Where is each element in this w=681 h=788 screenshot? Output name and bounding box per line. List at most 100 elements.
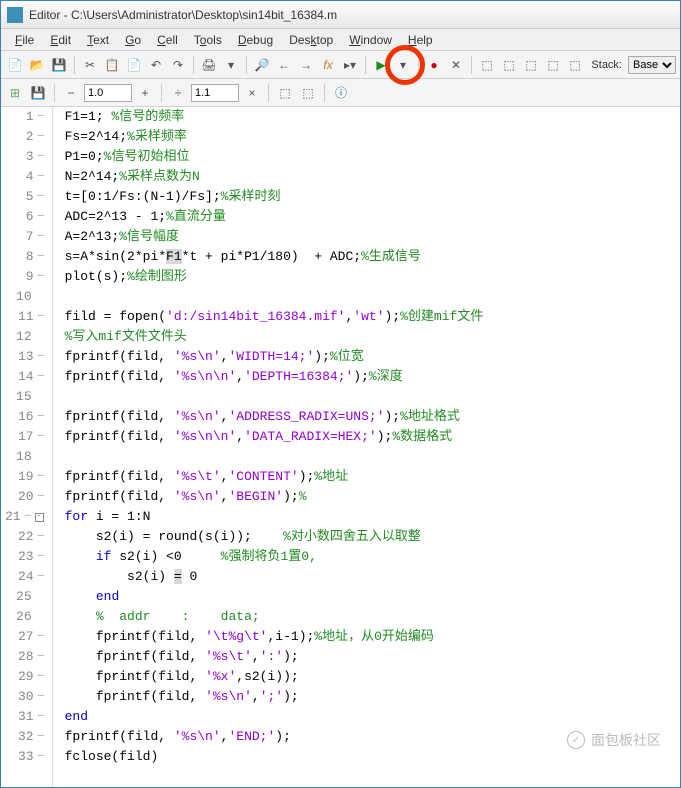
stack-select[interactable]: Base bbox=[628, 56, 676, 74]
redo-icon[interactable]: ↷ bbox=[168, 55, 188, 75]
plus-icon[interactable]: + bbox=[135, 83, 155, 103]
code-line[interactable]: fprintf(fild, '%x',s2(i)); bbox=[65, 667, 680, 687]
wechat-icon: ✓ bbox=[567, 731, 585, 749]
run-dropdown-icon[interactable]: ▾ bbox=[393, 55, 413, 75]
stack-label: Stack: bbox=[591, 59, 626, 71]
code-line[interactable]: end bbox=[65, 587, 680, 607]
line-number: 28— bbox=[5, 647, 44, 667]
line-number: 19— bbox=[5, 467, 44, 487]
divide-icon[interactable]: ÷ bbox=[168, 83, 188, 103]
line-number: 22— bbox=[5, 527, 44, 547]
code-line[interactable]: Fs=2^14;%采样频率 bbox=[65, 127, 680, 147]
editor[interactable]: 1—2—3—4—5—6—7—8—9—1011—1213—14—1516—17—1… bbox=[1, 107, 680, 787]
info-icon[interactable]: ⓘ bbox=[331, 83, 351, 103]
cut-icon[interactable]: ✂ bbox=[80, 55, 100, 75]
code-line[interactable]: fprintf(fild, '%s\t','CONTENT');%地址 bbox=[65, 467, 680, 487]
paste-icon[interactable]: 📄 bbox=[124, 55, 144, 75]
code-line[interactable]: if s2(i) <0 %强制将负1置0, bbox=[65, 547, 680, 567]
step-in-icon[interactable]: ⬚ bbox=[499, 55, 519, 75]
run-icon[interactable]: ▶ bbox=[371, 55, 391, 75]
code-line[interactable]: fprintf(fild, '\t%g\t',i-1);%地址，从0开始编码 bbox=[65, 627, 680, 647]
cell-save-icon[interactable]: 💾 bbox=[28, 83, 48, 103]
line-number: 32— bbox=[5, 727, 44, 747]
fx-icon[interactable]: fx bbox=[318, 55, 338, 75]
code-line[interactable]: fprintf(fild, '%s\n','BEGIN');% bbox=[65, 487, 680, 507]
code-line[interactable]: s=A*sin(2*pi*F1*t + pi*P1/180) + ADC;%生成… bbox=[65, 247, 680, 267]
code-line[interactable]: P1=0;%信号初始相位 bbox=[65, 147, 680, 167]
code-line[interactable]: s2(i) = round(s(i)); %对小数四舍五入以取整 bbox=[65, 527, 680, 547]
undo-icon[interactable]: ↶ bbox=[146, 55, 166, 75]
menu-go[interactable]: Go bbox=[117, 31, 149, 49]
print-icon[interactable]: 🖨 bbox=[199, 55, 219, 75]
code-line[interactable]: t=[0:1/Fs:(N-1)/Fs];%采样时刻 bbox=[65, 187, 680, 207]
code-line[interactable]: fprintf(fild, '%s\n\n','DEPTH=16384;');%… bbox=[65, 367, 680, 387]
copy-icon[interactable]: 📋 bbox=[102, 55, 122, 75]
code-line[interactable]: fild = fopen('d:/sin14bit_16384.mif','wt… bbox=[65, 307, 680, 327]
code-line[interactable]: fprintf(fild, '%s\n',';'); bbox=[65, 687, 680, 707]
code-line[interactable]: fprintf(fild, '%s\n\n','DATA_RADIX=HEX;'… bbox=[65, 427, 680, 447]
code-line[interactable]: %写入mif文件文件头 bbox=[65, 327, 680, 347]
toolbar-cell: ⊞ 💾 − + ÷ × ⬚ ⬚ ⓘ bbox=[1, 79, 680, 107]
forward-icon[interactable]: → bbox=[296, 55, 316, 75]
breakpoint-icon[interactable]: ● bbox=[424, 55, 444, 75]
times-icon[interactable]: × bbox=[242, 83, 262, 103]
nav-dropdown-icon[interactable]: ▸▾ bbox=[340, 55, 360, 75]
menu-window[interactable]: Window bbox=[341, 31, 400, 49]
line-number: 12 bbox=[5, 327, 44, 347]
menu-help[interactable]: Help bbox=[400, 31, 441, 49]
code-line[interactable]: s2(i) = 0 bbox=[65, 567, 680, 587]
menu-tools[interactable]: Tools bbox=[186, 31, 230, 49]
line-number: 9— bbox=[5, 267, 44, 287]
factor2-input[interactable] bbox=[191, 84, 239, 102]
dropdown-icon[interactable]: ▾ bbox=[221, 55, 241, 75]
code-line[interactable] bbox=[65, 387, 680, 407]
menu-cell[interactable]: Cell bbox=[149, 31, 186, 49]
gutter: 1—2—3—4—5—6—7—8—9—1011—1213—14—1516—17—1… bbox=[1, 107, 53, 787]
code-line[interactable] bbox=[65, 287, 680, 307]
new-file-icon[interactable]: 📄 bbox=[5, 55, 25, 75]
line-number: 30— bbox=[5, 687, 44, 707]
code-line[interactable]: A=2^13;%信号幅度 bbox=[65, 227, 680, 247]
code-line[interactable]: fprintf(fild, '%s\n','WIDTH=14;');%位宽 bbox=[65, 347, 680, 367]
menu-edit[interactable]: Edit bbox=[42, 31, 79, 49]
open-icon[interactable]: 📂 bbox=[27, 55, 47, 75]
eval-cell-icon[interactable]: ⬚ bbox=[275, 83, 295, 103]
code-line[interactable]: fprintf(fild, '%s\n','ADDRESS_RADIX=UNS;… bbox=[65, 407, 680, 427]
watermark: ✓ 面包板社区 bbox=[567, 730, 661, 750]
line-number: 25 bbox=[5, 587, 44, 607]
menu-file[interactable]: File bbox=[7, 31, 42, 49]
code-line[interactable]: end bbox=[65, 707, 680, 727]
line-number: 17— bbox=[5, 427, 44, 447]
line-number: 18 bbox=[5, 447, 44, 467]
cell-plus-icon[interactable]: ⊞ bbox=[5, 83, 25, 103]
titlebar: Editor - C:\Users\Administrator\Desktop\… bbox=[1, 1, 680, 29]
stop-icon[interactable]: ⬚ bbox=[565, 55, 585, 75]
code-line[interactable]: fprintf(fild, '%s\t',':'); bbox=[65, 647, 680, 667]
line-number: 24— bbox=[5, 567, 44, 587]
code-area[interactable]: F1=1; %信号的频率Fs=2^14;%采样频率P1=0;%信号初始相位N=2… bbox=[53, 107, 680, 787]
step-out-icon[interactable]: ⬚ bbox=[521, 55, 541, 75]
factor1-input[interactable] bbox=[84, 84, 132, 102]
code-line[interactable]: plot(s);%绘制图形 bbox=[65, 267, 680, 287]
code-line[interactable] bbox=[65, 447, 680, 467]
code-line[interactable]: ADC=2^13 - 1;%直流分量 bbox=[65, 207, 680, 227]
minus-icon[interactable]: − bbox=[61, 83, 81, 103]
line-number: 10 bbox=[5, 287, 44, 307]
eval-advance-icon[interactable]: ⬚ bbox=[298, 83, 318, 103]
code-line[interactable]: % addr : data; bbox=[65, 607, 680, 627]
code-line[interactable]: fclose(fild) bbox=[65, 747, 680, 767]
line-number: 6— bbox=[5, 207, 44, 227]
save-icon[interactable]: 💾 bbox=[49, 55, 69, 75]
code-line[interactable]: F1=1; %信号的频率 bbox=[65, 107, 680, 127]
step-icon[interactable]: ⬚ bbox=[477, 55, 497, 75]
find-icon[interactable]: 🔎 bbox=[252, 55, 272, 75]
continue-icon[interactable]: ⬚ bbox=[543, 55, 563, 75]
back-icon[interactable]: ← bbox=[274, 55, 294, 75]
code-line[interactable]: for i = 1:N bbox=[65, 507, 680, 527]
line-number: 33— bbox=[5, 747, 44, 767]
menu-text[interactable]: Text bbox=[79, 31, 117, 49]
code-line[interactable]: N=2^14;%采样点数为N bbox=[65, 167, 680, 187]
clear-bp-icon[interactable]: ✕ bbox=[446, 55, 466, 75]
menu-debug[interactable]: Debug bbox=[230, 31, 281, 49]
menu-desktop[interactable]: Desktop bbox=[281, 31, 341, 49]
